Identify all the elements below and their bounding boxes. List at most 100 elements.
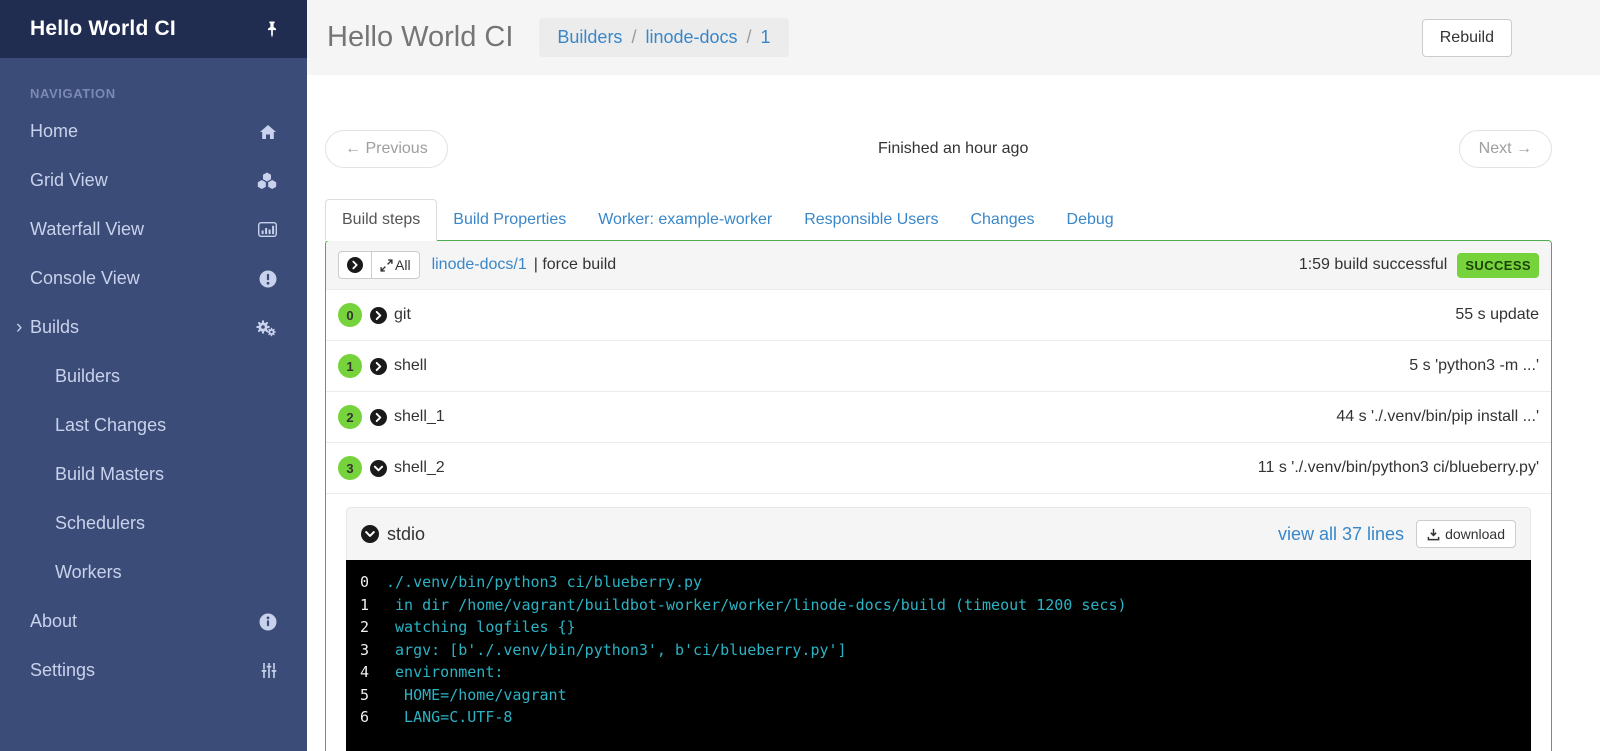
line-text: in dir /home/vagrant/buildbot-worker/wor…	[386, 595, 1127, 614]
download-icon	[1427, 528, 1440, 541]
stdio-actions: view all 37 lines download	[1278, 520, 1516, 548]
sidebar-header: Hello World CI	[0, 0, 307, 58]
sidebar-item-grid-view[interactable]: Grid View	[0, 156, 307, 205]
build-finished-status: Finished an hour ago	[878, 140, 1029, 157]
build-navigation-row: ← Previous Finished an hour ago Next →	[325, 130, 1552, 168]
app-window: Hello World CI NAVIGATION Home Grid View…	[0, 0, 1600, 751]
sidebar-item-label: Console View	[30, 268, 140, 288]
step-expanded-content: stdio view all 37 lines download 0 ./.ve…	[326, 493, 1551, 751]
sidebar-app-title: Hello World CI	[30, 17, 176, 40]
breadcrumb-link-builder[interactable]: linode-docs	[645, 27, 737, 48]
line-number: 2	[360, 618, 370, 636]
line-number: 4	[360, 663, 370, 681]
breadcrumb-link-builders[interactable]: Builders	[557, 27, 622, 48]
terminal-line: 4 environment:	[360, 661, 1517, 684]
terminal-line: 5 HOME=/home/vagrant	[360, 684, 1517, 707]
line-number: 5	[360, 685, 370, 704]
nav-section-label: NAVIGATION	[30, 86, 116, 101]
sidebar-item-label: Waterfall View	[30, 219, 145, 239]
pin-icon[interactable]	[265, 21, 279, 38]
tab-build-properties[interactable]: Build Properties	[437, 200, 582, 240]
tab-build-steps[interactable]: Build steps	[325, 199, 438, 241]
chevron-circle-right-icon[interactable]	[370, 408, 387, 426]
sidebar: Hello World CI NAVIGATION Home Grid View…	[0, 0, 307, 751]
step-name: shell_1	[394, 408, 445, 425]
step-number-badge: 0	[338, 303, 362, 327]
sidebar-item-home[interactable]: Home	[0, 107, 307, 156]
next-build-button[interactable]: Next →	[1458, 130, 1552, 168]
step-row-shell[interactable]: 1 shell 5 s 'python3 -m ...'	[326, 340, 1551, 391]
sidebar-item-builders[interactable]: Builders	[0, 352, 307, 401]
chevron-circle-right-icon[interactable]	[370, 357, 387, 375]
build-summary-bar: All linode-docs/1 | force build 1:59 bui…	[326, 241, 1551, 289]
build-duration-status: 1:59 build successful	[1298, 256, 1448, 273]
chevron-circle-down-icon[interactable]	[361, 525, 379, 543]
expand-chevron-icon: ›	[16, 316, 23, 338]
stdio-log-title: stdio	[387, 523, 426, 544]
status-badge: SUCCESS	[1457, 252, 1539, 278]
sidebar-subitem-label: Build Masters	[55, 464, 165, 484]
breadcrumb-separator: /	[631, 27, 637, 47]
sidebar-item-label: About	[30, 611, 78, 631]
sidebar-item-builds[interactable]: › Builds	[0, 303, 307, 352]
summary-button-group: All	[338, 251, 420, 279]
sidebar-item-build-masters[interactable]: Build Masters	[0, 450, 307, 499]
sliders-icon	[261, 662, 277, 679]
expand-all-button[interactable]: All	[372, 251, 420, 279]
sidebar-item-schedulers[interactable]: Schedulers	[0, 499, 307, 548]
step-name: shell_2	[394, 459, 445, 476]
stdio-log-terminal: 0 ./.venv/bin/python3 ci/blueberry.py 1 i…	[346, 560, 1531, 751]
line-number: 6	[360, 708, 370, 726]
sidebar-item-waterfall-view[interactable]: Waterfall View	[0, 205, 307, 254]
terminal-line: 6 LANG=C.UTF-8	[360, 706, 1517, 729]
line-text: watching logfiles {}	[386, 618, 576, 636]
sidebar-item-label: Builds	[30, 317, 80, 337]
step-name: git	[394, 306, 411, 323]
step-row-shell-1[interactable]: 2 shell_1 44 s './.venv/bin/pip install …	[326, 391, 1551, 442]
expand-all-label: All	[395, 257, 411, 273]
sidebar-subitem-label: Workers	[55, 562, 122, 582]
step-name: shell	[394, 357, 427, 374]
chevron-circle-down-icon[interactable]	[370, 459, 387, 477]
page-title: Hello World CI	[327, 21, 514, 53]
sidebar-item-about[interactable]: About	[0, 597, 307, 646]
step-detail: 44 s './.venv/bin/pip install ...'	[1336, 408, 1539, 425]
home-icon	[259, 124, 277, 140]
build-page-content: ← Previous Finished an hour ago Next → B…	[307, 75, 1600, 751]
stdio-log-header: stdio view all 37 lines download	[346, 507, 1531, 560]
sidebar-item-label: Home	[30, 121, 79, 141]
terminal-line: 0 ./.venv/bin/python3 ci/blueberry.py	[360, 571, 1517, 594]
step-row-git[interactable]: 0 git 55 s update	[326, 289, 1551, 340]
chevron-circle-right-icon[interactable]	[370, 306, 387, 324]
build-reason: | force build	[533, 256, 617, 273]
tab-responsible-users[interactable]: Responsible Users	[788, 200, 954, 240]
sidebar-item-settings[interactable]: Settings	[0, 646, 307, 695]
step-detail: 5 s 'python3 -m ...'	[1409, 357, 1539, 374]
builder-build-link[interactable]: linode-docs/1	[432, 256, 527, 274]
tab-changes[interactable]: Changes	[954, 200, 1050, 240]
sidebar-item-workers[interactable]: Workers	[0, 548, 307, 597]
view-all-lines-link[interactable]: view all 37 lines	[1278, 524, 1404, 545]
sidebar-subitem-label: Schedulers	[55, 513, 146, 533]
collapse-all-button[interactable]	[338, 251, 372, 279]
line-number: 3	[360, 640, 370, 659]
sidebar-item-last-changes[interactable]: Last Changes	[0, 401, 307, 450]
step-number-badge: 3	[338, 456, 362, 480]
info-circle-icon	[259, 613, 277, 631]
download-label: download	[1445, 526, 1505, 542]
exclamation-circle-icon	[259, 270, 277, 288]
breadcrumb-link-build-number[interactable]: 1	[761, 27, 771, 48]
cubes-icon	[257, 172, 277, 189]
download-button[interactable]: download	[1416, 520, 1516, 548]
expand-arrows-icon	[380, 258, 393, 272]
step-row-shell-2[interactable]: 3 shell_2 11 s './.venv/bin/python3 ci/b…	[326, 442, 1551, 493]
build-tabs: Build steps Build Properties Worker: exa…	[325, 199, 1552, 241]
sidebar-item-console-view[interactable]: Console View	[0, 254, 307, 303]
step-number-badge: 1	[338, 354, 362, 378]
step-number-badge: 2	[338, 405, 362, 429]
rebuild-button[interactable]: Rebuild	[1421, 18, 1512, 57]
tab-worker[interactable]: Worker: example-worker	[582, 200, 788, 240]
line-text: environment:	[386, 663, 504, 681]
tab-debug[interactable]: Debug	[1051, 200, 1130, 240]
previous-build-button[interactable]: ← Previous	[325, 130, 448, 168]
